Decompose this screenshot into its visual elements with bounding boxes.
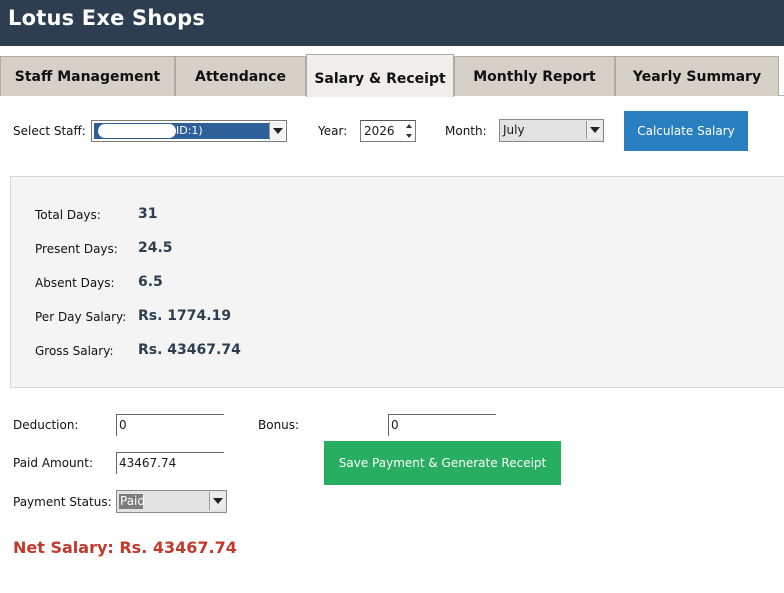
year-spin-buttons	[402, 121, 415, 141]
month-value: July	[503, 123, 525, 137]
app-header: Lotus Exe Shops	[0, 0, 784, 46]
tab-staff-management[interactable]: Staff Management	[0, 56, 175, 96]
staff-select-value-box: ID:1)	[94, 123, 270, 139]
payment-status-select[interactable]: Paid	[116, 490, 227, 513]
present-days-value: 24.5	[138, 240, 173, 256]
month-label: Month:	[445, 124, 487, 138]
chevron-down-icon	[212, 498, 223, 504]
bonus-input[interactable]: 0	[388, 414, 496, 436]
paid-amount-label: Paid Amount:	[13, 456, 94, 470]
tab-attendance[interactable]: Attendance	[175, 56, 306, 96]
app-title: Lotus Exe Shops	[8, 6, 206, 30]
staff-select-value: ID:1)	[176, 124, 203, 137]
bonus-label: Bonus:	[258, 418, 300, 432]
calculate-salary-button[interactable]: Calculate Salary	[624, 111, 748, 151]
staff-select[interactable]: ID:1)	[91, 120, 287, 142]
paid-amount-input[interactable]: 43467.74	[116, 452, 224, 474]
chevron-down-icon	[589, 127, 600, 133]
save-payment-button[interactable]: Save Payment & Generate Receipt	[324, 441, 561, 485]
gross-salary-label: Gross Salary:	[35, 344, 114, 358]
per-day-salary-value: Rs. 1774.19	[138, 308, 232, 324]
chevron-down-icon	[272, 128, 283, 134]
tab-yearly-summary[interactable]: Yearly Summary	[615, 56, 779, 96]
spin-down-icon[interactable]	[402, 131, 415, 141]
total-days-label: Total Days:	[35, 208, 101, 222]
year-value: 2026	[364, 124, 395, 138]
year-label: Year:	[318, 124, 348, 138]
spin-up-icon[interactable]	[402, 121, 415, 131]
payment-status-value: Paid	[119, 494, 146, 509]
staff-dropdown-button[interactable]	[269, 122, 285, 140]
deduction-label: Deduction:	[13, 418, 79, 432]
tab-strip: Staff Management Attendance Salary & Rec…	[0, 46, 784, 97]
gross-salary-value: Rs. 43467.74	[138, 342, 241, 358]
year-spinner[interactable]: 2026	[360, 120, 416, 142]
month-dropdown-button[interactable]	[586, 121, 602, 139]
status-dropdown-button[interactable]	[209, 492, 225, 510]
tab-salary-receipt[interactable]: Salary & Receipt	[306, 54, 454, 97]
total-days-value: 31	[138, 206, 158, 222]
payment-status-label: Payment Status:	[13, 495, 112, 509]
tab-monthly-report[interactable]: Monthly Report	[454, 56, 615, 96]
salary-summary-panel: Total Days: 31 Present Days: 24.5 Absent…	[10, 176, 784, 388]
absent-days-label: Absent Days:	[35, 276, 115, 290]
deduction-input[interactable]: 0	[116, 414, 224, 436]
present-days-label: Present Days:	[35, 242, 118, 256]
redacted-name	[98, 124, 176, 138]
absent-days-value: 6.5	[138, 274, 163, 290]
net-salary-text: Net Salary: Rs. 43467.74	[13, 538, 237, 557]
month-select[interactable]: July	[499, 119, 604, 142]
per-day-salary-label: Per Day Salary:	[35, 310, 127, 324]
select-staff-label: Select Staff:	[13, 124, 86, 138]
